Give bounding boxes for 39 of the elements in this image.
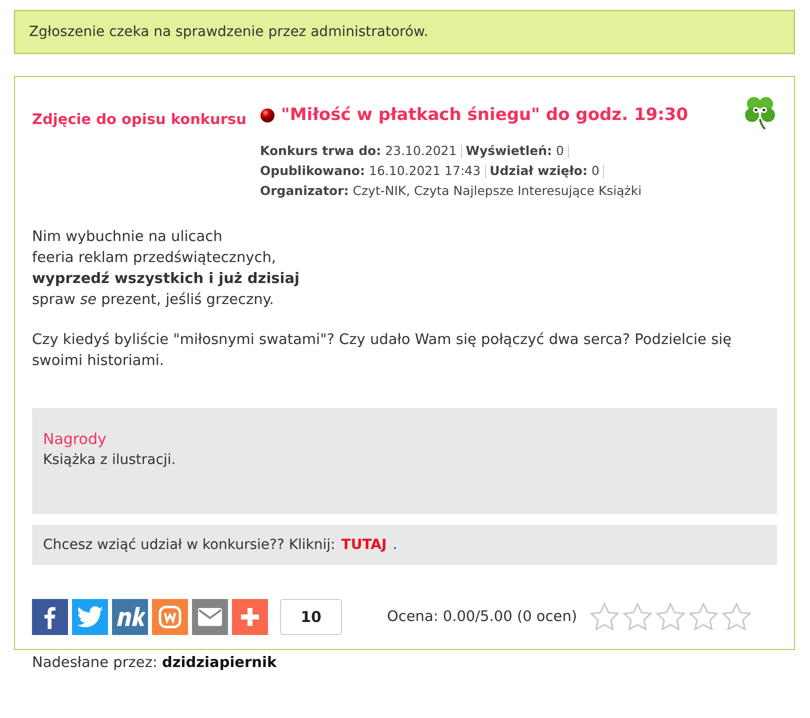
description-paragraph: Czy kiedyś byliście "miłosnymi swatami"? Czy udało Wam się połączyć dwa serca? Podzielcie się swoimi historiami. — [32, 331, 733, 371]
star-icon[interactable] — [721, 602, 752, 632]
photo-label: Zdjęcie do opisu konkursu — [32, 112, 248, 128]
star-icon[interactable] — [622, 602, 654, 632]
join-period: . — [392, 537, 398, 553]
poem-line: feeria reklam przedświątecznych, — [32, 249, 278, 268]
share-button[interactable] — [112, 599, 148, 635]
contest-title: "Miłość w płatkach śniegu" do godz. 19:30 — [281, 105, 688, 125]
star-icon[interactable] — [688, 602, 720, 632]
join-link[interactable]: TUTAJ — [341, 537, 387, 553]
prizes-text: Książka z ilustracji. — [43, 452, 177, 468]
bird-icon — [77, 606, 103, 628]
rating-text: Ocena: 0.00/5.00 (0 ocen) — [387, 609, 578, 625]
share-button[interactable] — [72, 599, 108, 635]
meta-item: Wyświetleń: 0 — [466, 142, 564, 160]
prizes-heading: Nagrody — [43, 430, 108, 448]
share-button[interactable] — [32, 599, 68, 635]
join-text: Chcesz wziąć udział w konkursie?? Kliknij: — [43, 537, 336, 553]
poem-line: spraw se prezent, jeśliś grzeczny. — [32, 291, 275, 310]
clover-icon — [743, 95, 777, 131]
poem-line: wyprzedź wszystkich i już dzisiaj — [32, 270, 301, 289]
wykop-icon — [158, 605, 182, 629]
share-button[interactable] — [192, 599, 228, 635]
status-dot-icon — [260, 108, 275, 122]
star-rating[interactable] — [589, 602, 752, 632]
meta-item: Organizator: Czyt-NIK, Czyta Najlepsze Interesujące Książki — [260, 182, 642, 200]
submitted-by: Nadesłane przez: dzidziapiernik — [32, 655, 278, 671]
nk-logo-icon — [115, 606, 145, 628]
envelope-icon — [197, 607, 223, 627]
notice-banner: Zgłoszenie czeka na sprawdzenie przez administratorów. — [14, 10, 795, 54]
star-icon[interactable] — [589, 602, 620, 632]
meta-item: Opublikowano: 16.10.2021 17:43 — [260, 162, 481, 180]
star-icon[interactable] — [655, 602, 686, 632]
share-button[interactable] — [232, 599, 268, 635]
meta-item: Udział wzięło: 0 — [490, 162, 600, 180]
poem-line: Nim wybuchnie na ulicach — [32, 228, 224, 247]
share-count: 10 — [280, 599, 342, 635]
plus-icon — [239, 606, 261, 628]
meta-item: Konkurs trwa do: 23.10.2021 — [260, 142, 457, 160]
